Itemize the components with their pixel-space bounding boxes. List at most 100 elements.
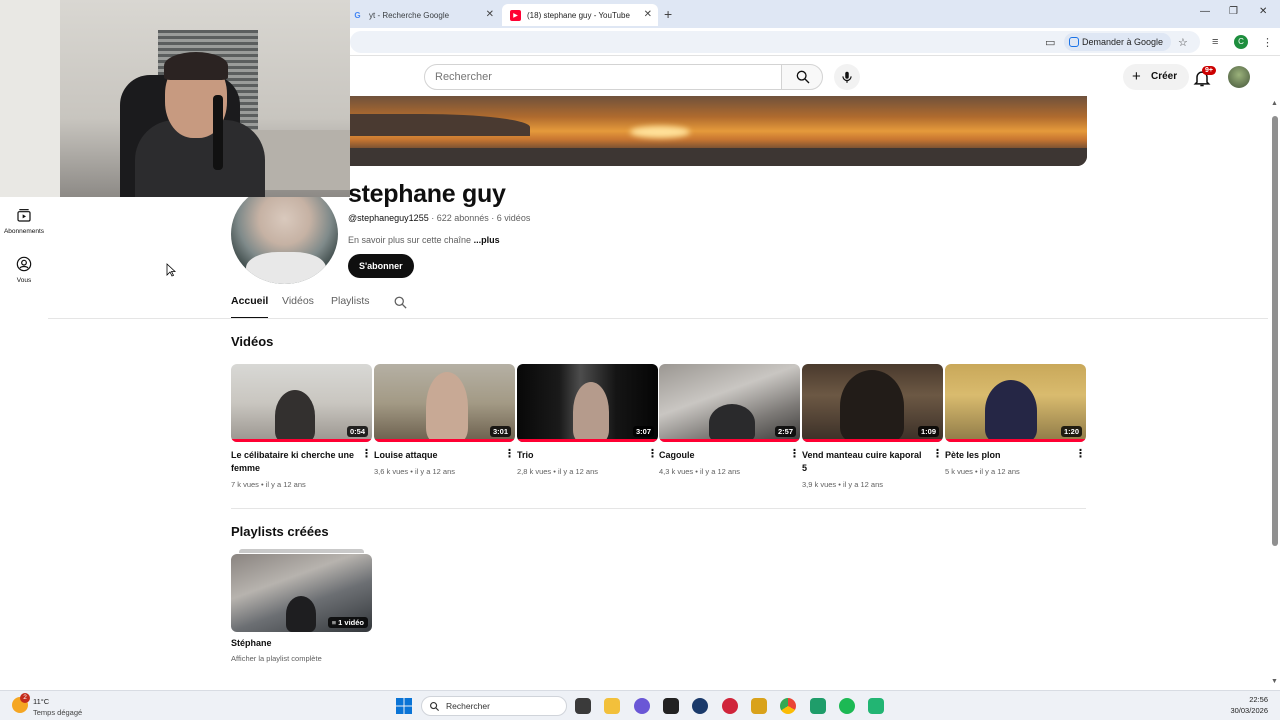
video-title[interactable]: Louise attaque [374, 449, 500, 462]
restore-icon[interactable]: ❐ [1229, 6, 1238, 17]
video-menu-icon[interactable]: ⋮ [789, 448, 800, 460]
video-menu-icon[interactable]: ⋮ [647, 448, 658, 460]
playlist-title[interactable]: Stéphane [231, 638, 272, 648]
video-card[interactable]: 3:01 Louise attaque 3,6 k vues • il y a … [374, 364, 515, 476]
taskbar-search[interactable]: Rechercher [421, 696, 567, 716]
thumb-figure [426, 372, 468, 442]
search-icon [430, 702, 440, 712]
channel-description[interactable]: En savoir plus sur cette chaîne ...plus [348, 235, 500, 245]
discord-icon[interactable] [634, 698, 650, 714]
video-meta: 3,6 k vues • il y a 12 ans [374, 467, 456, 476]
google-icon: G [354, 10, 361, 20]
video-card[interactable]: 1:09 Vend manteau cuire kaporal 5 3,9 k … [802, 364, 943, 489]
thumb-figure [573, 382, 609, 442]
sidebar-item-subscriptions[interactable]: Abonnements [0, 207, 48, 235]
page-scrollbar[interactable]: ▲ ▼ [1270, 96, 1280, 690]
browser-tab-google[interactable]: G yt - Recherche Google ✕ [344, 4, 500, 26]
sidebar-item-you[interactable]: Vous [0, 256, 48, 284]
video-menu-icon[interactable]: ⋮ [932, 448, 943, 460]
person-hair [164, 52, 228, 80]
video-thumbnail[interactable]: 1:20 [945, 364, 1086, 442]
browser-tab-youtube[interactable]: ▶ (18) stephane guy - YouTube ✕ [502, 4, 658, 26]
video-menu-icon[interactable]: ⋮ [361, 448, 372, 460]
video-thumbnail[interactable]: 0:54 [231, 364, 372, 442]
video-meta: 3,9 k vues • il y a 12 ans [802, 480, 884, 489]
menu-kebab-icon[interactable]: ⋮ [1262, 36, 1273, 49]
video-views: 4,3 k vues [659, 467, 694, 476]
banner-shore [350, 148, 1087, 166]
tab-videos[interactable]: Vidéos [282, 295, 314, 319]
weather-badge: 2 [20, 693, 30, 703]
app-icon[interactable] [810, 698, 826, 714]
more-link[interactable]: ...plus [474, 235, 500, 245]
bookmark-star-icon[interactable]: ☆ [1178, 36, 1188, 49]
watched-progress [231, 439, 372, 442]
reading-list-icon[interactable]: ≡ [1212, 36, 1218, 48]
subscribe-button[interactable]: S'abonner [348, 254, 414, 278]
file-explorer-icon[interactable] [604, 698, 620, 714]
video-title[interactable]: Cagoule [659, 449, 785, 462]
video-title[interactable]: Trio [517, 449, 643, 462]
minimize-icon[interactable]: — [1200, 6, 1210, 17]
video-thumbnail[interactable]: 1:09 [802, 364, 943, 442]
media-app-icon[interactable] [722, 698, 738, 714]
video-title[interactable]: Vend manteau cuire kaporal 5 [802, 449, 928, 475]
banner-hill [350, 114, 530, 136]
video-card[interactable]: 0:54 Le célibataire ki cherche une femme… [231, 364, 372, 489]
new-tab-icon[interactable]: + [664, 6, 672, 22]
scrollbar-thumb[interactable] [1272, 116, 1278, 546]
video-card[interactable]: 3:07 Trio 2,8 k vues • il y a 12 ans ⋮ [517, 364, 658, 476]
cast-icon[interactable]: ▭ [1045, 36, 1055, 49]
video-thumbnail[interactable]: 2:57 [659, 364, 800, 442]
task-view-icon[interactable] [575, 698, 591, 714]
system-clock[interactable]: 22:56 30/03/2026 [1210, 694, 1268, 716]
video-menu-icon[interactable]: ⋮ [504, 448, 515, 460]
account-avatar[interactable] [1228, 66, 1250, 88]
windows-taskbar: 2 11°C Temps dégagé Rechercher 22:56 30/… [0, 690, 1280, 720]
close-window-icon[interactable]: ✕ [1259, 6, 1267, 17]
voice-search-button[interactable] [834, 64, 860, 90]
plus-icon: + [1132, 68, 1141, 85]
taskbar-search-label: Rechercher [446, 701, 490, 711]
video-thumbnail[interactable]: 3:01 [374, 364, 515, 442]
video-age: il y a 12 ans [699, 467, 741, 476]
video-card[interactable]: 1:20 Pète les plon 5 k vues • il y a 12 … [945, 364, 1086, 476]
spotify-icon[interactable] [839, 698, 855, 714]
browser-profile-avatar[interactable]: C [1234, 35, 1248, 49]
epic-games-icon[interactable] [663, 698, 679, 714]
banner-sun [630, 126, 690, 138]
youtube-icon: ▶ [510, 9, 521, 21]
view-full-playlist-link[interactable]: Afficher la playlist complète [231, 654, 322, 663]
avatar-shirt [246, 252, 326, 284]
rockstar-icon[interactable] [751, 698, 767, 714]
playlist-thumbnail[interactable]: ≡ 1 vidéo [231, 554, 372, 632]
channel-search-icon[interactable] [393, 295, 408, 310]
video-meta: 7 k vues • il y a 12 ans [231, 480, 306, 489]
search-button[interactable] [781, 64, 823, 90]
windows-start-icon[interactable] [396, 698, 412, 714]
app-icon-2[interactable] [868, 698, 884, 714]
video-card[interactable]: 2:57 Cagoule 4,3 k vues • il y a 12 ans … [659, 364, 800, 476]
channel-avatar[interactable] [231, 184, 338, 284]
scroll-up-icon[interactable]: ▲ [1271, 100, 1278, 107]
close-tab-icon[interactable]: ✕ [644, 9, 652, 20]
watched-progress [945, 439, 1086, 442]
close-tab-icon[interactable]: ✕ [486, 9, 494, 20]
google-lens-icon [1069, 37, 1079, 47]
search-input[interactable] [424, 64, 782, 90]
video-title[interactable]: Le célibataire ki cherche une femme [231, 449, 357, 475]
watched-progress [659, 439, 800, 442]
ask-google-button[interactable]: Demander à Google [1064, 33, 1172, 51]
thumb-figure [985, 380, 1037, 442]
description-text: En savoir plus sur cette chaîne [348, 235, 472, 245]
create-button[interactable]: + Créer [1123, 64, 1190, 90]
tab-home[interactable]: Accueil [231, 295, 269, 319]
weather-desc: Temps dégagé [33, 708, 83, 717]
video-menu-icon[interactable]: ⋮ [1075, 448, 1086, 460]
tab-playlists[interactable]: Playlists [331, 295, 370, 319]
scroll-down-icon[interactable]: ▼ [1271, 678, 1278, 685]
chrome-icon[interactable] [780, 698, 796, 714]
video-thumbnail[interactable]: 3:07 [517, 364, 658, 442]
video-title[interactable]: Pète les plon [945, 449, 1071, 462]
steam-icon[interactable] [692, 698, 708, 714]
